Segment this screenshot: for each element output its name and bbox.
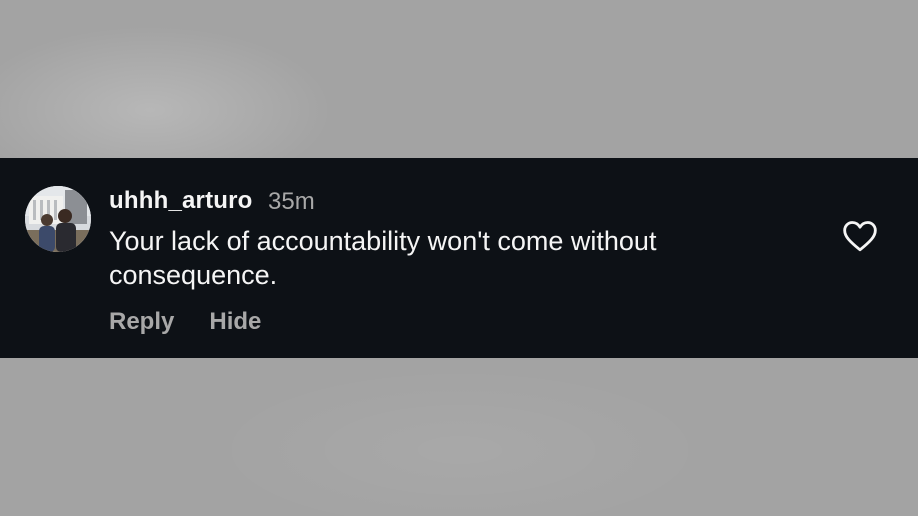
comment-text: Your lack of accountability won't come w…: [109, 226, 657, 290]
blurred-backdrop-top: [0, 0, 918, 158]
like-button[interactable]: [840, 216, 880, 256]
avatar[interactable]: [25, 186, 91, 252]
blurred-backdrop-bottom: [0, 358, 918, 516]
reply-button[interactable]: Reply: [109, 308, 174, 336]
comment-username[interactable]: uhhh_arturo: [109, 187, 253, 215]
comment-timestamp: 35m: [268, 188, 315, 215]
heart-outline-icon: [843, 221, 877, 252]
hide-button[interactable]: Hide: [209, 308, 261, 336]
comment-actions: Reply Hide: [109, 308, 261, 336]
avatar-photo: [25, 186, 91, 252]
